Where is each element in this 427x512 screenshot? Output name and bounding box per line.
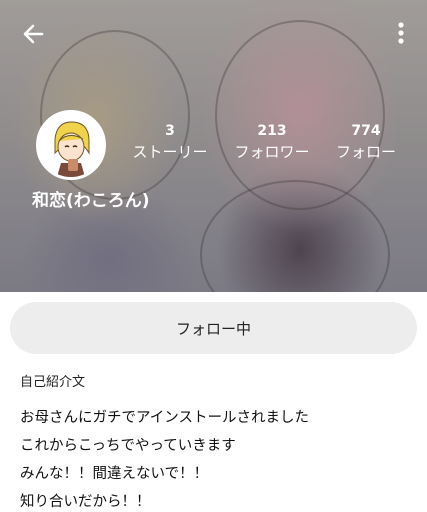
stat-stories-label: ストーリー — [132, 143, 208, 161]
bio-line: お母さんにガチでアインストールされました — [20, 410, 309, 426]
stat-following-count: 774 — [351, 123, 381, 139]
bio-line: 知り合いだから！！ — [20, 494, 151, 510]
avatar-illustration — [39, 113, 103, 177]
username: 和恋(わころん) — [32, 191, 150, 211]
stat-followers[interactable]: 213 フォロワー — [228, 121, 316, 163]
stat-followers-label: フォロワー — [234, 143, 310, 161]
bio-line: これからこっちでやっていきます — [20, 438, 236, 454]
artwork-outline — [200, 180, 390, 292]
stat-following-label: フォロー — [335, 143, 396, 161]
bio-line: みんな！！間違えないで！！ — [20, 466, 209, 482]
bio-text: お母さんにガチでアインストールされました これからこっちでやっていきます みんな… — [20, 404, 309, 512]
stat-stories-count: 3 — [165, 123, 175, 139]
stat-following[interactable]: 774 フォロー — [330, 121, 402, 163]
avatar[interactable] — [36, 110, 106, 180]
arrow-left-icon — [23, 24, 44, 44]
stat-followers-count: 213 — [257, 123, 287, 139]
more-options-button[interactable] — [389, 18, 413, 50]
back-button[interactable] — [18, 18, 50, 50]
following-button[interactable]: フォロー中 — [10, 302, 417, 354]
bio-heading: 自己紹介文 — [20, 375, 86, 390]
more-vertical-icon — [398, 22, 404, 44]
stat-stories[interactable]: 3 ストーリー — [127, 121, 213, 163]
artwork-outline — [215, 20, 385, 210]
